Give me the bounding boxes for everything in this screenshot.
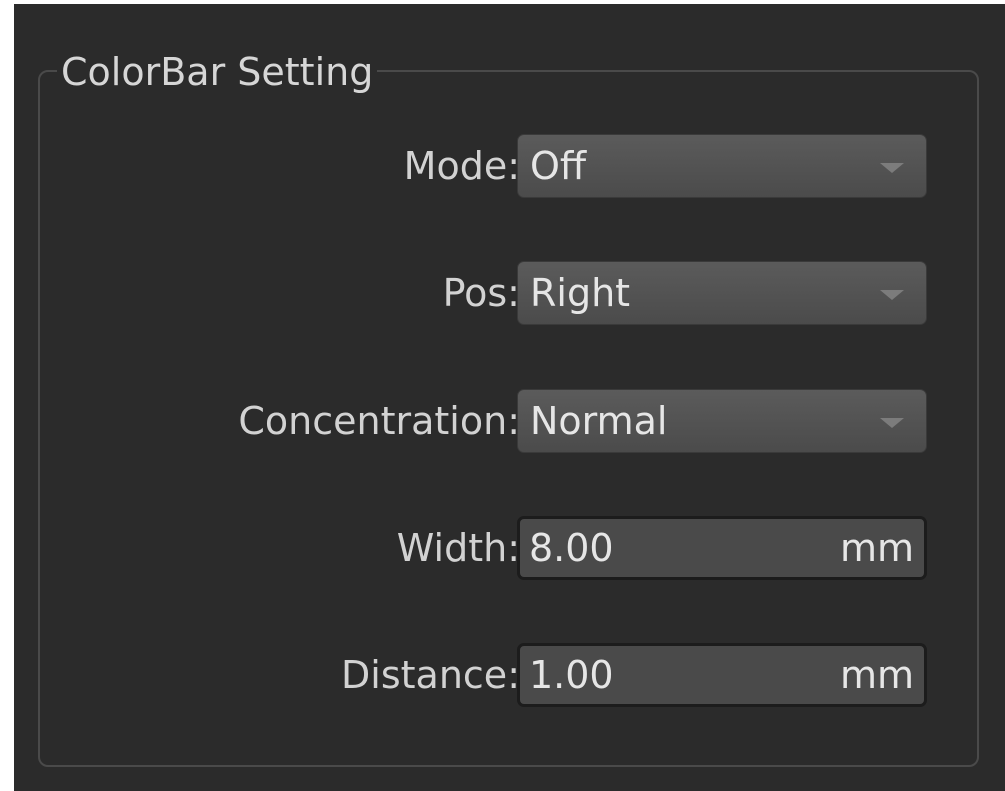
mode-value: Off [530, 144, 587, 188]
width-input[interactable]: 8.00 mm [517, 516, 927, 580]
pos-dropdown[interactable]: Right [517, 261, 927, 325]
pos-label: Pos: [442, 271, 520, 315]
chevron-down-icon[interactable] [880, 290, 904, 300]
distance-unit: mm [839, 653, 914, 697]
mode-label: Mode: [403, 144, 520, 188]
pos-value: Right [530, 271, 631, 315]
distance-value: 1.00 [529, 653, 614, 697]
width-unit: mm [839, 526, 914, 570]
distance-row: Distance: 1.00 mm [14, 643, 1005, 707]
mode-dropdown[interactable]: Off [517, 134, 927, 198]
chevron-down-icon[interactable] [880, 163, 904, 173]
concentration-dropdown[interactable]: Normal [517, 389, 927, 453]
mode-row: Mode: Off [14, 134, 1005, 198]
distance-input[interactable]: 1.00 mm [517, 643, 927, 707]
chevron-down-icon[interactable] [880, 418, 904, 428]
distance-label: Distance: [341, 653, 520, 697]
group-title: ColorBar Setting [57, 48, 378, 96]
concentration-row: Concentration: Normal [14, 389, 1005, 453]
width-row: Width: 8.00 mm [14, 516, 1005, 580]
colorbar-settings-screen: ColorBar Setting Mode: Off Pos: Right Co… [14, 4, 1005, 791]
width-label: Width: [396, 526, 520, 570]
pos-row: Pos: Right [14, 261, 1005, 325]
width-value: 8.00 [529, 526, 614, 570]
concentration-value: Normal [530, 399, 668, 443]
concentration-label: Concentration: [238, 399, 520, 443]
